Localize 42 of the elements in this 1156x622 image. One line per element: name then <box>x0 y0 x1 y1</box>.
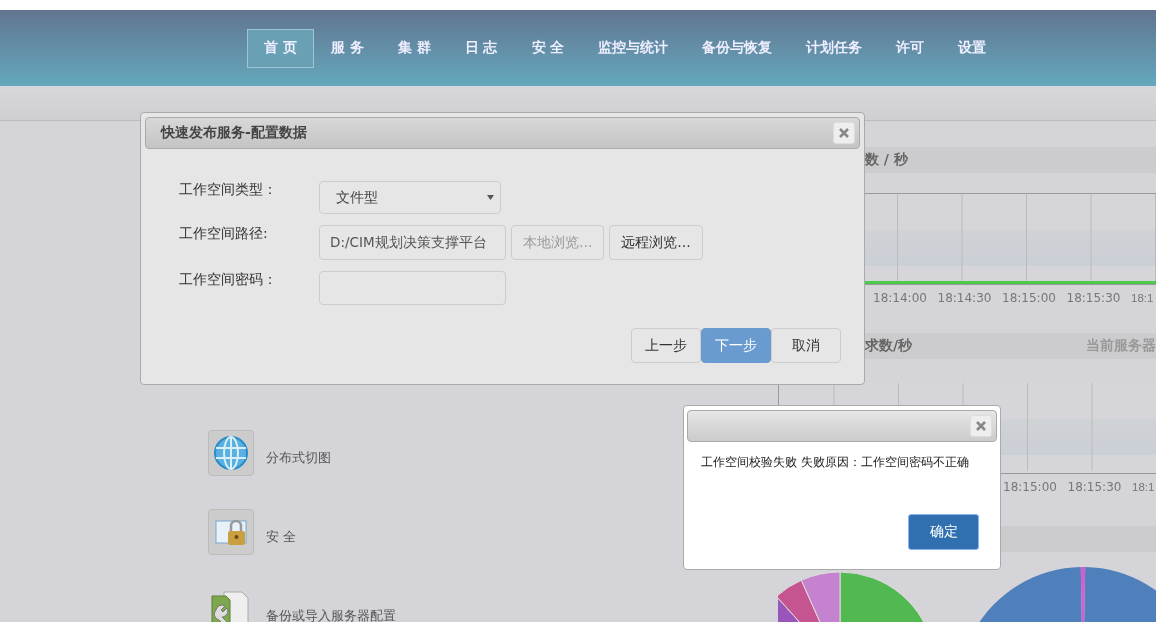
browse-button[interactable]: 远程浏览... <box>609 225 703 260</box>
time-label: 18:15:30 <box>1067 480 1122 494</box>
time-label: 18:1 <box>1131 292 1154 304</box>
step-button[interactable]: 上一步 <box>631 328 701 363</box>
caret-icon <box>487 195 494 200</box>
time-label: 18:15:30 <box>1066 291 1121 305</box>
nav-tab[interactable]: 日 志 <box>447 28 515 68</box>
feature-link[interactable]: 安 全 <box>266 518 297 546</box>
field-label: 工作空间路径: <box>179 225 269 243</box>
close-button[interactable] <box>833 122 855 144</box>
nav-tab[interactable]: 监控与统计 <box>581 28 686 68</box>
field-label: 工作空间类型： <box>179 181 278 199</box>
dialog-title: 快速发布服务-配置数据 <box>161 124 307 142</box>
feature-link[interactable]: 分布式切图 <box>266 439 331 467</box>
nav-tab[interactable]: 安 全 <box>514 28 582 68</box>
type-select[interactable]: 文件型 <box>319 181 501 214</box>
path-field[interactable]: D:/CIM规划决策支撑平台 <box>319 225 506 260</box>
field-label: 工作空间密码： <box>179 271 278 289</box>
step-button[interactable]: 取消 <box>771 328 841 363</box>
nav-tab[interactable]: 集 群 <box>380 28 448 68</box>
error-message: 工作空间校验失败 失败原因：工作空间密码不正确 <box>700 454 970 471</box>
close-icon <box>839 128 849 138</box>
nav-tab[interactable]: 备份与恢复 <box>685 28 790 68</box>
time-label: 18:14:30 <box>937 291 992 305</box>
nav-tab[interactable]: 首 页 <box>247 28 314 68</box>
nav-tab[interactable]: 设置 <box>941 28 1004 68</box>
nav-tab[interactable]: 服 务 <box>313 28 381 68</box>
nav-tab[interactable]: 计划任务 <box>789 28 880 68</box>
close-icon <box>976 421 986 431</box>
panel-title: 数 / 秒 <box>865 151 908 169</box>
time-label: 18:14:00 <box>873 291 927 305</box>
ok-button[interactable]: 确定 <box>908 514 979 550</box>
password-field[interactable] <box>319 271 506 305</box>
step-button[interactable]: 下一步 <box>701 328 771 363</box>
close-button[interactable] <box>970 415 992 437</box>
panel-title: 求数/秒 <box>865 337 913 355</box>
time-label: 18:15:00 <box>1003 480 1057 494</box>
feature-link[interactable]: 备份或导入服务器配置 <box>266 597 396 622</box>
nav-tab[interactable]: 许可 <box>879 28 942 68</box>
time-label: 18:1 <box>1132 481 1155 493</box>
time-label: 18:15:00 <box>1002 291 1056 305</box>
globe-icon <box>213 435 249 471</box>
